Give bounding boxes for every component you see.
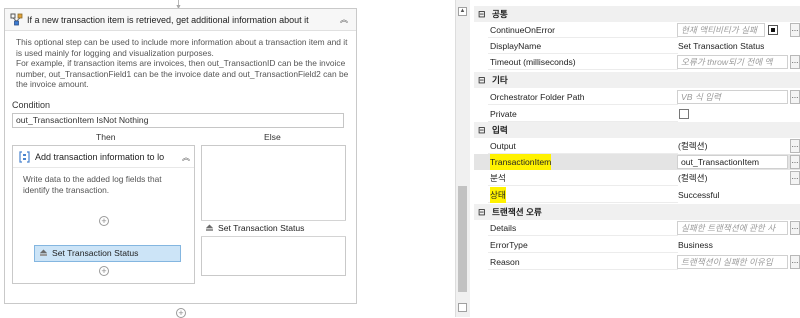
scroll-up-button[interactable]: ▲: [458, 7, 467, 16]
set-status-icon: [40, 249, 47, 256]
property-value-input[interactable]: 실패한 트랜잭션에 관한 사: [677, 221, 788, 235]
collapse-toggle-icon[interactable]: ⊟: [478, 204, 486, 220]
property-name: Reason: [490, 257, 520, 267]
activity-label: Set Transaction Status: [52, 248, 139, 258]
category-name: 입력: [492, 125, 508, 135]
property-value-input[interactable]: out_TransactionItem: [677, 155, 788, 169]
if-activity-title: If a new transaction item is retrieved, …: [27, 15, 309, 25]
ellipsis-button[interactable]: ...: [790, 23, 800, 37]
property-name: Details: [490, 223, 517, 233]
property-name: Output: [490, 141, 516, 151]
scroll-down-button[interactable]: [458, 303, 467, 312]
set-status-icon: [206, 224, 213, 231]
property-row[interactable]: 상태 Successful: [474, 187, 800, 203]
set-transaction-status-activity[interactable]: Set Transaction Status: [34, 245, 181, 262]
activity-label: Set Transaction Status: [218, 223, 305, 233]
property-value-input[interactable]: 현재 액티비티가 실패: [677, 23, 765, 37]
set-transaction-status-activity[interactable]: Set Transaction Status: [201, 220, 346, 237]
property-name: Orchestrator Folder Path: [490, 92, 585, 102]
property-row[interactable]: Details 실패한 트랜잭션에 관한 사 ...: [474, 220, 800, 236]
property-value: (컬렉션): [678, 173, 708, 183]
category-misc[interactable]: ⊟ 기타: [474, 72, 800, 88]
property-name: Private: [490, 109, 517, 119]
ellipsis-button[interactable]: ...: [790, 155, 800, 169]
property-name: 상태: [490, 187, 506, 203]
property-row[interactable]: ContinueOnError 현재 액티비티가 실패 ...: [474, 22, 800, 38]
private-checkbox[interactable]: [679, 109, 689, 119]
property-name: Timeout (milliseconds): [490, 57, 576, 67]
collapse-toggle-icon[interactable]: ⊟: [478, 122, 486, 138]
property-value-input[interactable]: VB 식 입력: [677, 90, 788, 104]
category-name: 트랜잭션 오류: [492, 207, 542, 217]
square-icon[interactable]: [768, 25, 778, 35]
property-row[interactable]: Reason 트랜잭션이 실패한 이유입 ...: [474, 254, 800, 270]
property-value[interactable]: Set Transaction Status: [678, 38, 764, 54]
collapse-toggle-icon[interactable]: ⊟: [478, 6, 486, 22]
property-row[interactable]: ErrorType Business: [474, 237, 800, 253]
property-name: TransactionItem: [490, 154, 552, 170]
then-sequence-header[interactable]: Add transaction information to lo ︽: [13, 146, 194, 168]
property-row-selected[interactable]: TransactionItem out_TransactionItem ...: [474, 154, 800, 170]
property-name: 분석: [490, 173, 506, 183]
scrollbar-thumb[interactable]: [458, 186, 467, 292]
double-chevron-up-icon[interactable]: ︽: [180, 152, 192, 164]
then-sequence-card[interactable]: Add transaction information to lo ︽ Writ…: [12, 145, 195, 284]
category-name: 공통: [492, 9, 508, 19]
property-row[interactable]: Output (컬렉션) ...: [474, 138, 800, 154]
add-activity-plus-icon[interactable]: +: [99, 266, 109, 276]
sequence-icon: [19, 151, 30, 163]
property-name: DisplayName: [490, 41, 542, 51]
property-row[interactable]: DisplayName Set Transaction Status: [474, 38, 800, 54]
add-activity-plus-icon[interactable]: +: [99, 216, 109, 226]
property-value[interactable]: Business: [678, 237, 713, 253]
if-activity-header[interactable]: If a new transaction item is retrieved, …: [5, 9, 356, 31]
property-value: (컬렉션): [678, 141, 708, 151]
condition-label: Condition: [12, 100, 51, 110]
ellipsis-button[interactable]: ...: [790, 55, 800, 69]
property-name: ContinueOnError: [490, 25, 555, 35]
property-row[interactable]: Private: [474, 106, 800, 122]
ellipsis-button[interactable]: ...: [790, 90, 800, 104]
ellipsis-button[interactable]: ...: [790, 221, 800, 235]
then-sequence-title: Add transaction information to lo: [35, 152, 165, 162]
then-sequence-description: Write data to the added log fields that …: [23, 174, 162, 195]
double-chevron-up-icon[interactable]: ︽: [338, 14, 350, 26]
collapse-toggle-icon[interactable]: ⊟: [478, 72, 486, 88]
ellipsis-button[interactable]: ...: [790, 171, 800, 185]
category-input[interactable]: ⊟ 입력: [474, 122, 800, 138]
else-branch-card[interactable]: Set Transaction Status: [201, 145, 346, 276]
properties-panel: ⊟ 공통 ContinueOnError 현재 액티비티가 실패 ... Dis…: [474, 0, 800, 317]
if-activity-icon: [10, 13, 23, 26]
property-row[interactable]: Orchestrator Folder Path VB 식 입력 ...: [474, 89, 800, 105]
property-value-input[interactable]: 트랜잭션이 실패한 이유입: [677, 255, 788, 269]
workflow-designer: ▼ If a new transaction item is retrieved…: [0, 0, 455, 318]
property-row[interactable]: Timeout (milliseconds) 오류가 throw되기 전에 액 …: [474, 54, 800, 70]
category-name: 기타: [492, 75, 508, 85]
else-label: Else: [264, 132, 281, 142]
condition-input[interactable]: out_TransactionItem IsNot Nothing: [12, 113, 344, 128]
if-activity-description: This optional step can be used to includ…: [16, 37, 349, 90]
then-label: Then: [96, 132, 116, 142]
property-value[interactable]: Successful: [678, 187, 720, 203]
property-name: ErrorType: [490, 240, 528, 250]
ellipsis-button[interactable]: ...: [790, 139, 800, 153]
property-value-input[interactable]: 오류가 throw되기 전에 액: [677, 55, 788, 69]
category-common[interactable]: ⊟ 공통: [474, 6, 800, 22]
category-transaction-error[interactable]: ⊟ 트랜잭션 오류: [474, 204, 800, 220]
ellipsis-button[interactable]: ...: [790, 255, 800, 269]
property-row[interactable]: 분석 (컬렉션) ...: [474, 170, 800, 186]
